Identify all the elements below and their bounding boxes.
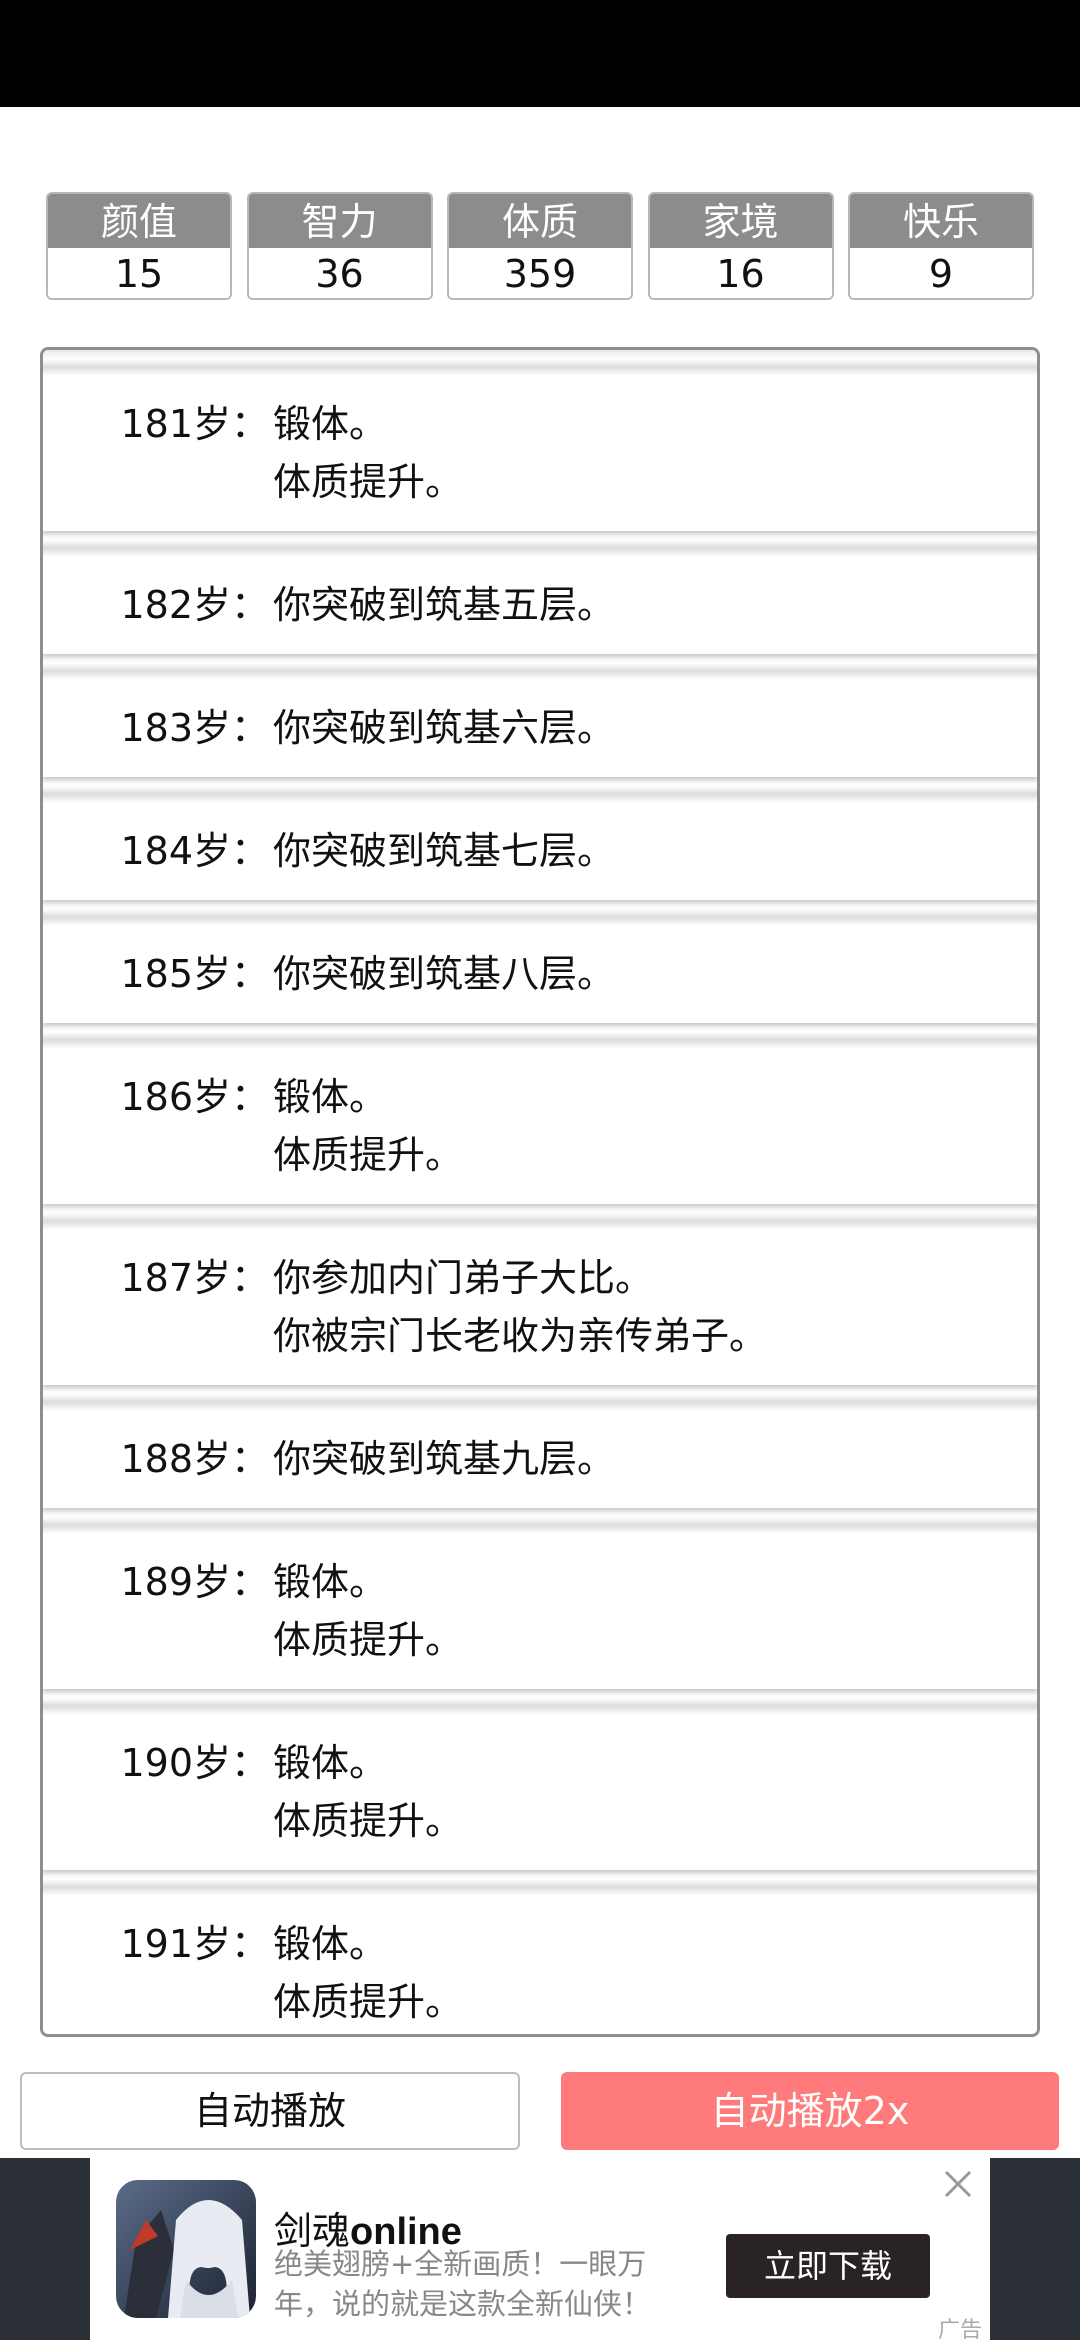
log-text: 锻体。: [273, 1560, 388, 1604]
stat-label: 智力: [248, 194, 431, 248]
log-age: 191岁：: [120, 1922, 269, 1966]
ad-banner[interactable]: 剑魂online 绝美翅膀+全新画质！一眼万年，说的就是这款全新仙侠！ 立即下载…: [90, 2158, 990, 2343]
log-text: 锻体。: [273, 1741, 388, 1785]
auto-play-button[interactable]: 自动播放: [20, 2072, 520, 2150]
log-text: 锻体。: [273, 1075, 388, 1119]
stat-intelligence: 智力 36: [246, 192, 433, 300]
log-divider: [43, 1508, 1037, 1534]
log-text: 你突破到筑基九层。: [273, 1437, 616, 1481]
stat-value: 36: [248, 248, 431, 298]
log-divider: [43, 900, 1037, 926]
log-age: 181岁：: [120, 402, 269, 446]
log-text: 你突破到筑基六层。: [273, 706, 616, 750]
log-entry: 189岁： 锻体。体质提升。: [43, 1534, 1037, 1689]
stat-value: 16: [649, 248, 832, 298]
log-text: 锻体。: [273, 402, 388, 446]
auto-play-2x-button[interactable]: 自动播放2x: [561, 2072, 1059, 2150]
stat-happiness: 快乐 9: [848, 192, 1034, 300]
attribute-panel: 颜值 15 智力 36 体质 359 家境 16 快乐 9: [46, 192, 1034, 302]
log-divider: [43, 1689, 1037, 1715]
log-divider: [43, 654, 1037, 680]
stat-appearance: 颜值 15: [46, 192, 232, 300]
ad-game-image[interactable]: [116, 2180, 256, 2318]
log-divider: [43, 1385, 1037, 1411]
log-text: 体质提升。: [273, 1618, 464, 1662]
close-icon[interactable]: [942, 2168, 974, 2200]
stat-label: 颜值: [48, 194, 230, 248]
log-entry: 182岁： 你突破到筑基五层。: [43, 557, 1037, 654]
log-divider: [43, 350, 1037, 376]
log-age: 190岁：: [120, 1741, 269, 1785]
stat-value: 15: [48, 248, 230, 298]
stat-value: 9: [850, 248, 1032, 298]
log-text: 你被宗门长老收为亲传弟子。: [273, 1314, 768, 1358]
log-entry: 185岁： 你突破到筑基八层。: [43, 926, 1037, 1023]
ad-download-button[interactable]: 立即下载: [726, 2234, 930, 2298]
ad-label: 广告: [938, 2318, 983, 2343]
log-age: 187岁：: [120, 1256, 269, 1300]
stat-family: 家境 16: [647, 192, 834, 300]
log-age: 182岁：: [120, 583, 269, 627]
log-age: 184岁：: [120, 829, 269, 873]
log-entry: 184岁： 你突破到筑基七层。: [43, 803, 1037, 900]
log-text: 你突破到筑基七层。: [273, 829, 616, 873]
stat-label: 体质: [449, 194, 631, 248]
log-age: 185岁：: [120, 952, 269, 996]
log-text: 体质提升。: [273, 1799, 464, 1843]
log-divider: [43, 1204, 1037, 1230]
log-text: 体质提升。: [273, 460, 464, 504]
log-entry: 188岁： 你突破到筑基九层。: [43, 1411, 1037, 1508]
log-text: 体质提升。: [273, 1133, 464, 1177]
log-text: 你突破到筑基五层。: [273, 583, 616, 627]
log-entry: 187岁： 你参加内门弟子大比。你被宗门长老收为亲传弟子。: [43, 1230, 1037, 1385]
log-text: 锻体。: [273, 1922, 388, 1966]
log-text: 体质提升。: [273, 1980, 464, 2024]
log-entry: 191岁： 锻体。体质提升。: [43, 1896, 1037, 2034]
log-entry: 186岁： 锻体。体质提升。: [43, 1049, 1037, 1204]
log-age: 183岁：: [120, 706, 269, 750]
ad-description: 绝美翅膀+全新画质！一眼万年，说的就是这款全新仙侠！: [274, 2247, 652, 2321]
life-log[interactable]: 181岁： 锻体。 体质提升。 182岁： 你突破到筑基五层。 183岁： 你突破…: [40, 347, 1040, 2037]
stat-value: 359: [449, 248, 631, 298]
log-age: 188岁：: [120, 1437, 269, 1481]
stat-label: 家境: [649, 194, 832, 248]
log-text: 你参加内门弟子大比。: [273, 1256, 654, 1300]
log-entry: 183岁： 你突破到筑基六层。: [43, 680, 1037, 777]
log-age: 186岁：: [120, 1075, 269, 1119]
log-divider: [43, 1023, 1037, 1049]
log-divider: [43, 1870, 1037, 1896]
status-bar: [0, 0, 1080, 107]
stat-label: 快乐: [850, 194, 1032, 248]
log-divider: [43, 777, 1037, 803]
log-text: 你突破到筑基八层。: [273, 952, 616, 996]
log-divider: [43, 531, 1037, 557]
stat-constitution: 体质 359: [447, 192, 633, 300]
log-entry: 190岁： 锻体。体质提升。: [43, 1715, 1037, 1870]
log-entry: 181岁： 锻体。体质提升。: [43, 376, 1037, 531]
log-age: 189岁：: [120, 1560, 269, 1604]
